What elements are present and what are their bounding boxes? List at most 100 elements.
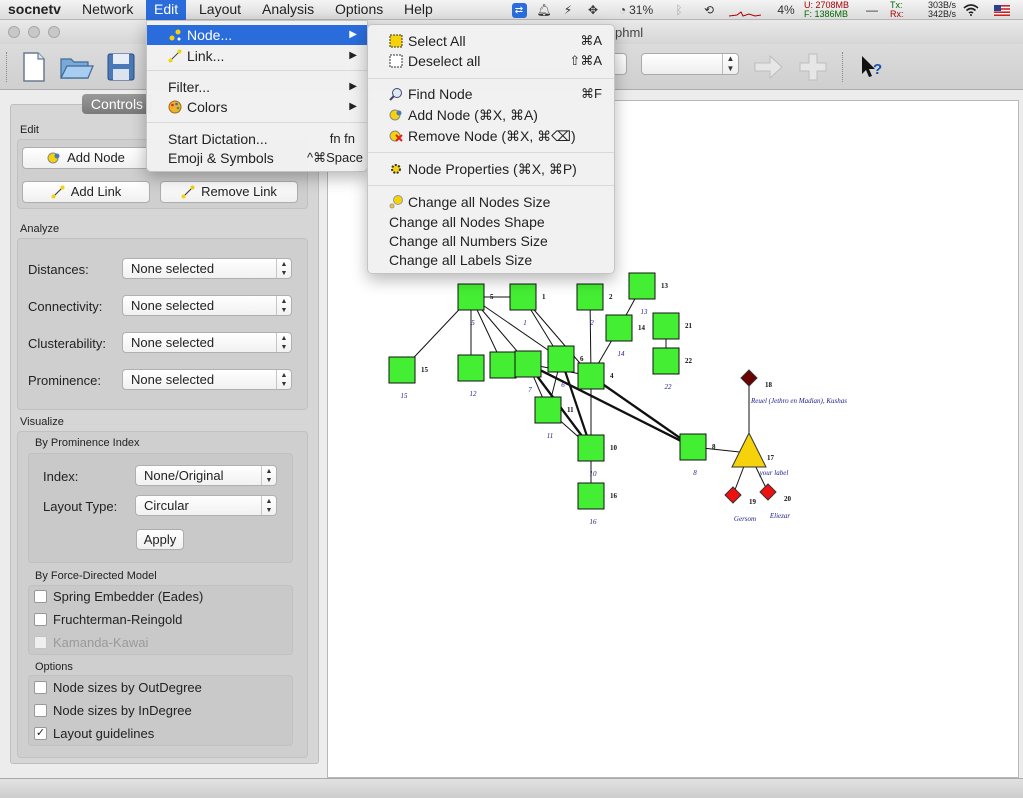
wifi-icon[interactable] [961,0,981,20]
menu-item-change-labels-size[interactable]: Change all Labels Size [368,250,614,270]
connectivity-select[interactable]: None selected ▲ ▼ [122,295,292,316]
layout-type-select[interactable]: Circular ▲ ▼ [135,495,277,516]
graph-edge[interactable] [590,375,694,448]
rotate-right-button[interactable] [752,50,786,84]
floppy-disk-icon [107,53,135,81]
menu-item-deselect-all[interactable]: Deselect all ⇧⌘A [368,51,614,71]
graph-node[interactable] [514,350,542,378]
menu-item-change-numbers-size[interactable]: Change all Numbers Size [368,231,614,251]
kamanda-kawai-label: Kamanda-Kawai [53,635,149,650]
graph-node[interactable] [628,272,656,300]
graph-node[interactable] [605,314,633,342]
menu-item-start-dictation-label: Start Dictation... [168,131,268,147]
lightning-icon[interactable]: ⚡︎ [561,0,575,20]
toolbar-zoom-combo[interactable]: ▲ ▼ [641,53,739,75]
graph-node[interactable] [577,362,605,390]
graph-node[interactable] [577,482,605,510]
new-file-button[interactable] [16,50,50,84]
apply-button[interactable]: Apply [136,529,184,550]
spring-embedder-checkbox[interactable]: Spring Embedder (Eades) [34,589,203,604]
cpu-percent[interactable]: 4% [774,0,798,20]
battery-status[interactable]: ◔ 31% [612,0,660,20]
menu-app-name[interactable]: socnetv [8,0,61,20]
remove-link-button[interactable]: Remove Link [160,181,298,203]
node-sizes-outdegree-checkbox[interactable]: Node sizes by OutDegree [34,680,202,695]
menu-edit[interactable]: Edit [146,0,187,20]
deselect-all-label: Deselect all [408,53,481,69]
clusterability-select[interactable]: None selected ▲ ▼ [122,332,292,353]
node-sizes-outdegree-label: Node sizes by OutDegree [53,680,202,695]
menu-item-remove-node[interactable]: Remove Node (⌘X, ⌘⌫) [368,126,614,146]
graph-node-triangle[interactable] [731,431,767,468]
menu-item-change-nodes-shape[interactable]: Change all Nodes Shape [368,212,614,232]
node-label: 7 [528,386,532,394]
menu-item-emoji-symbols[interactable]: Emoji & Symbols ^⌘Space [147,148,367,168]
us-flag-icon[interactable] [993,0,1011,20]
graph-node-diamond[interactable] [724,486,742,504]
plus-icon [799,53,827,81]
menu-item-start-dictation[interactable]: Start Dictation... fn fn [147,129,367,149]
graph-node[interactable] [457,354,485,382]
open-folder-button[interactable] [58,50,94,84]
teamviewer-icon[interactable]: ⇄ [510,0,528,20]
analyze-section-label: Analyze [20,223,60,235]
menu-item-find-node[interactable]: Find Node ⌘F [368,84,614,104]
menu-help[interactable]: Help [404,0,433,20]
graph-node[interactable] [652,312,680,340]
graph-node[interactable] [576,283,604,311]
prominence-select[interactable]: None selected ▲ ▼ [122,369,292,390]
add-node-button[interactable]: Add Node [22,147,150,169]
node-number: 8 [712,443,716,451]
graph-node[interactable] [457,283,485,311]
graph-node[interactable] [534,396,562,424]
dropbox-icon[interactable]: ✥ [585,0,601,20]
memory-stats[interactable]: U: 2708MB F: 1386MB [804,1,849,19]
menu-item-node[interactable]: Node... ▶ [147,25,367,45]
menu-item-emoji-symbols-label: Emoji & Symbols [168,150,274,166]
menu-layout[interactable]: Layout [199,0,241,20]
distances-select[interactable]: None selected ▲ ▼ [122,258,292,279]
node-number: 4 [610,372,614,380]
open-folder-icon [60,58,94,79]
node-label: 6 [561,381,565,389]
prominence-value: None selected [131,372,215,387]
graph-node[interactable] [547,345,575,373]
menu-network[interactable]: Network [82,0,133,20]
layout-guidelines-checkbox[interactable]: ✓ Layout guidelines [34,726,154,741]
menu-item-select-all[interactable]: Select All ⌘A [368,31,614,51]
minus-icon[interactable]: — [866,0,878,20]
toolbar-combo-hidden[interactable] [613,53,627,75]
save-button[interactable] [104,50,138,84]
time-machine-icon[interactable]: ⟲ [700,0,718,20]
graph-node[interactable] [679,433,707,461]
clusterability-label: Clusterability: [28,336,107,351]
graph-node-diamond[interactable] [740,369,758,387]
index-select[interactable]: None/Original ▲ ▼ [135,465,277,486]
menu-item-link[interactable]: Link... ▶ [147,46,367,66]
network-stats[interactable]: Tx: 303B/s Rx: 342B/s [890,1,956,19]
menu-item-add-node[interactable]: Add Node (⌘X, ⌘A) [368,105,614,125]
menu-item-colors[interactable]: Colors ▶ [147,97,367,117]
graph-node[interactable] [652,347,680,375]
graph-node[interactable] [489,351,517,379]
menu-analysis[interactable]: Analysis [262,0,314,20]
menu-options[interactable]: Options [335,0,383,20]
whats-this-button[interactable]: ? [856,50,890,84]
zoom-in-button[interactable] [796,50,830,84]
graph-node[interactable] [388,356,416,384]
fruchterman-reingold-checkbox[interactable]: Fruchterman-Reingold [34,612,182,627]
close-window-button[interactable] [8,26,20,38]
controls-tab[interactable]: Controls [82,94,152,114]
add-link-button[interactable]: Add Link [22,181,150,203]
graph-node-diamond[interactable] [759,483,777,501]
graph-node[interactable] [509,283,537,311]
zoom-window-button[interactable] [48,26,60,38]
graph-node[interactable] [577,434,605,462]
minimize-window-button[interactable] [28,26,40,38]
menu-item-node-properties[interactable]: Node Properties (⌘X, ⌘P) [368,159,614,179]
bluetooth-icon[interactable]: ᛒ [672,0,686,20]
notification-bell-icon[interactable]: 🔔︎ [536,0,552,20]
node-sizes-indegree-checkbox[interactable]: Node sizes by InDegree [34,703,192,718]
menu-item-change-nodes-size[interactable]: Change all Nodes Size [368,192,614,212]
menu-item-filter[interactable]: Filter... ▶ [147,77,367,97]
